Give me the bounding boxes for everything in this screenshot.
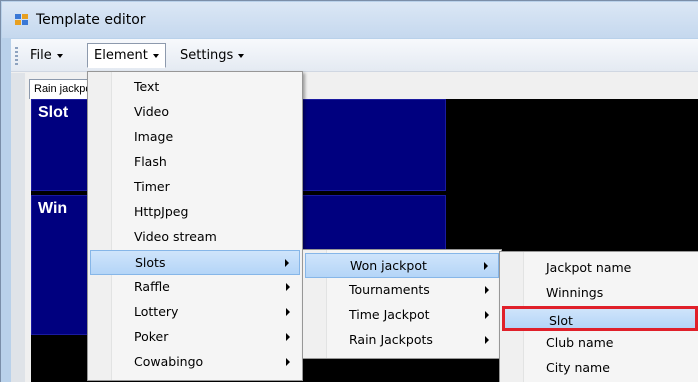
element-dropdown-menu: Text Video Image Flash Timer HttpJpeg Vi… bbox=[87, 71, 303, 381]
menu-item-time-jackpot[interactable]: Time Jackpot bbox=[305, 303, 499, 328]
menu-item-timer[interactable]: Timer bbox=[90, 175, 300, 200]
menu-item-label: Slots bbox=[135, 255, 166, 270]
menu-item-tournaments[interactable]: Tournaments bbox=[305, 278, 499, 303]
slots-submenu: Won jackpot Tournaments Time Jackpot Rai… bbox=[302, 249, 502, 359]
menu-item-video-stream[interactable]: Video stream bbox=[90, 225, 300, 250]
submenu-arrow-icon bbox=[485, 311, 489, 319]
submenu-arrow-icon bbox=[485, 336, 489, 344]
menu-item-label: HttpJpeg bbox=[134, 204, 189, 219]
menu-item-flash[interactable]: Flash bbox=[90, 150, 300, 175]
menu-item-video[interactable]: Video bbox=[90, 100, 300, 125]
menu-item-label: Poker bbox=[134, 329, 169, 344]
window-title: Template editor bbox=[36, 12, 146, 28]
menu-item-label: Slot bbox=[549, 313, 573, 328]
left-strip bbox=[11, 73, 25, 382]
tab-rain-jackpot[interactable]: Rain jackpot bbox=[29, 79, 91, 99]
element-menu-label: Element bbox=[94, 48, 148, 63]
submenu-arrow-icon bbox=[286, 283, 290, 291]
menu-item-label: Image bbox=[134, 129, 174, 144]
submenu-arrow-icon bbox=[286, 333, 290, 341]
settings-menu-label: Settings bbox=[180, 48, 234, 63]
menu-item-label: Text bbox=[134, 79, 160, 94]
win-panel-label: Win bbox=[38, 200, 68, 217]
menu-item-raffle[interactable]: Raffle bbox=[90, 275, 300, 300]
menu-item-label: Winnings bbox=[546, 285, 604, 300]
menu-item-lottery[interactable]: Lottery bbox=[90, 300, 300, 325]
menu-item-slots[interactable]: Slots bbox=[90, 250, 300, 275]
title-bar[interactable]: Template editor bbox=[2, 2, 698, 38]
submenu-arrow-icon bbox=[286, 308, 290, 316]
menu-item-label: Video bbox=[134, 104, 170, 119]
menu-item-label: Rain Jackpots bbox=[349, 332, 433, 347]
menu-item-text[interactable]: Text bbox=[90, 75, 300, 100]
dropdown-caret-icon bbox=[152, 53, 159, 58]
dropdown-caret-icon bbox=[56, 53, 63, 58]
menu-item-httpjpeg[interactable]: HttpJpeg bbox=[90, 200, 300, 225]
submenu-arrow-icon bbox=[484, 262, 488, 270]
dropdown-caret-icon bbox=[238, 53, 245, 58]
menu-item-city-name[interactable]: City name bbox=[502, 356, 698, 381]
menu-item-cowabingo[interactable]: Cowabingo bbox=[90, 350, 300, 375]
app-icon bbox=[15, 14, 29, 26]
menu-item-won-jackpot[interactable]: Won jackpot bbox=[305, 253, 499, 278]
settings-menu-button[interactable]: Settings bbox=[173, 43, 251, 68]
menu-item-label: Video stream bbox=[134, 229, 217, 244]
menu-bar: File Element Settings bbox=[11, 39, 698, 72]
menu-item-label: Jackpot name bbox=[546, 260, 632, 275]
submenu-arrow-icon bbox=[286, 358, 290, 366]
template-editor-window: Template editor File Element Settings Ra… bbox=[0, 0, 698, 382]
menu-item-label: Flash bbox=[134, 154, 167, 169]
menu-item-label: Lottery bbox=[134, 304, 179, 319]
menu-item-poker[interactable]: Poker bbox=[90, 325, 300, 350]
menu-item-label: Time Jackpot bbox=[349, 307, 430, 322]
menu-item-winnings[interactable]: Winnings bbox=[502, 281, 698, 306]
file-menu-label: File bbox=[30, 48, 52, 63]
menu-item-slot[interactable]: Slot bbox=[502, 306, 698, 331]
element-menu-button[interactable]: Element bbox=[87, 43, 166, 68]
menu-item-label: Won jackpot bbox=[350, 258, 427, 273]
menu-item-label: Raffle bbox=[134, 279, 170, 294]
menu-item-label: Tournaments bbox=[349, 282, 430, 297]
won-jackpot-submenu: Jackpot name Winnings Slot Club name Cit… bbox=[499, 251, 698, 382]
menu-item-label: City name bbox=[546, 360, 610, 375]
menu-item-rain-jackpots[interactable]: Rain Jackpots bbox=[305, 328, 499, 353]
submenu-arrow-icon bbox=[285, 259, 289, 267]
tab-label: Rain jackpot bbox=[34, 83, 91, 95]
file-menu-button[interactable]: File bbox=[23, 43, 70, 68]
toolbar-grip-icon[interactable] bbox=[15, 47, 18, 65]
menu-item-label: Cowabingo bbox=[134, 354, 204, 369]
submenu-arrow-icon bbox=[485, 286, 489, 294]
menu-item-image[interactable]: Image bbox=[90, 125, 300, 150]
menu-item-label: Timer bbox=[134, 179, 170, 194]
slot-panel-label: Slot bbox=[38, 104, 69, 121]
menu-item-club-name[interactable]: Club name bbox=[502, 331, 698, 356]
menu-item-label: Club name bbox=[546, 335, 614, 350]
menu-item-jackpot-name[interactable]: Jackpot name bbox=[502, 256, 698, 281]
